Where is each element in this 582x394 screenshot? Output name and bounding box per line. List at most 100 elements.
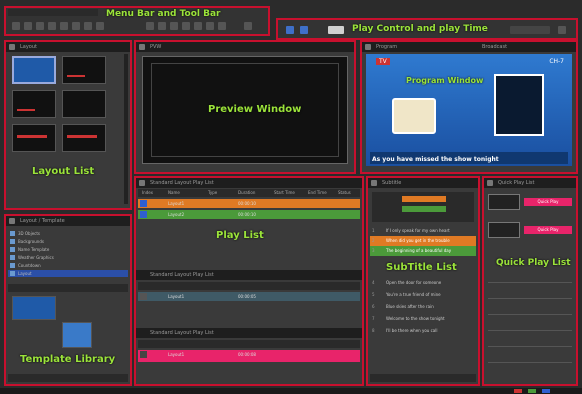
layout-thumbnail-2[interactable]: [62, 56, 106, 84]
playlist3-title: Standard Layout Play List: [150, 330, 214, 336]
quick-play-bar-1[interactable]: Quick Play: [524, 198, 572, 206]
template-library-callout: Template Library: [20, 354, 116, 365]
new-icon[interactable]: [12, 22, 20, 30]
library-item-label: Weather Graphics: [18, 255, 54, 260]
subtitle-row[interactable]: 5 You're a true friend of mine: [370, 290, 476, 300]
stop-icon[interactable]: [328, 26, 344, 34]
playlist-row-orange[interactable]: Layout1 00:00:10: [138, 199, 360, 208]
layout-thumbnail-5[interactable]: [12, 124, 56, 152]
library-item[interactable]: Name Template: [10, 246, 49, 253]
quick-slot-2[interactable]: [488, 222, 520, 238]
program-panel-title: Program: [376, 44, 398, 50]
library-toolbar: [8, 284, 128, 292]
folder-icon: [10, 263, 15, 268]
subtitle-panel-title: Subtitle: [382, 180, 402, 186]
quick-panel-title: Quick Play List: [498, 180, 535, 186]
undo-icon[interactable]: [84, 22, 92, 30]
layout-thumbnail-1[interactable]: [12, 56, 56, 84]
template-thumbnail-2[interactable]: [62, 322, 92, 348]
playlist-row-pink[interactable]: Layout1 00:00:08: [138, 350, 360, 362]
playlist-row-teal[interactable]: Layout1 00:00:05: [138, 292, 360, 301]
paste-icon[interactable]: [72, 22, 80, 30]
subtitle-row-green[interactable]: 3 The beginning of a beautiful day: [370, 246, 476, 256]
template-icon[interactable]: [170, 22, 178, 30]
subtitle-row-orange[interactable]: 2 When did you get in the trouble: [370, 236, 476, 246]
subtitle-panel-header: Subtitle: [368, 178, 478, 188]
library-panel-icon: [9, 218, 15, 224]
layout-thumbnail-6[interactable]: [62, 124, 106, 152]
status-indicator-blue: [542, 389, 550, 393]
subtitle-row[interactable]: 1 If I only speak for my own heart: [370, 226, 476, 236]
library-item-label: Backgrounds: [18, 239, 44, 244]
text-icon[interactable]: [182, 22, 190, 30]
subtitle-row[interactable]: 4 Open the door for someone: [370, 278, 476, 288]
row-time: 00:00:05: [238, 294, 256, 299]
library-item[interactable]: 3D Objects: [10, 230, 40, 237]
column-index: Index: [142, 190, 154, 195]
template-library-panel: Layout / Template 3D Objects Backgrounds…: [4, 214, 132, 386]
redo-icon[interactable]: [96, 22, 104, 30]
playlist2-column-header: [138, 282, 360, 290]
layout-thumbnail-3[interactable]: [12, 90, 56, 118]
library-panel-header: Layout / Template: [6, 216, 130, 226]
application-window: Menu Bar and Tool Bar Play Control and p…: [0, 0, 582, 394]
program-panel-header: Program Broadcast: [362, 42, 576, 52]
quick-slot-1[interactable]: [488, 194, 520, 210]
column-name: Name: [168, 190, 180, 195]
library-item-label: Layout: [18, 271, 32, 276]
image-icon[interactable]: [194, 22, 202, 30]
clock-icon[interactable]: [218, 22, 226, 30]
column-start: Start Time: [274, 190, 295, 195]
playlist-row-green[interactable]: Layout2 00:00:10: [138, 210, 360, 219]
library-item[interactable]: Countdown: [10, 262, 41, 269]
subtitle-list-panel: Subtitle 1 If I only speak for my own hea…: [366, 176, 480, 386]
library-item[interactable]: Backgrounds: [10, 238, 44, 245]
row-name: Layout1: [168, 352, 185, 357]
layout-scrollbar[interactable]: [124, 54, 128, 204]
clock-display-icon: [510, 26, 550, 34]
library-item[interactable]: Weather Graphics: [10, 254, 54, 261]
settings-icon[interactable]: [146, 22, 154, 30]
column-type: Type: [208, 190, 218, 195]
subtitle-panel-icon: [371, 180, 377, 186]
status-indicator-green: [528, 389, 536, 393]
library-item-label: 3D Objects: [18, 231, 41, 236]
playlist1-column-header: Index Name Type Duration Start Time End …: [138, 189, 360, 197]
folder-icon: [10, 271, 15, 276]
library-item-selected[interactable]: Layout: [8, 270, 128, 277]
subtitle-row-text: You're a true friend of mine: [386, 292, 441, 297]
play-control-callout: Play Control and play Time: [352, 24, 488, 34]
open-icon[interactable]: [24, 22, 32, 30]
playlist1-header: Standard Layout Play List: [136, 178, 362, 188]
video-icon[interactable]: [206, 22, 214, 30]
layout-thumbnail-4[interactable]: [62, 90, 106, 118]
help-icon[interactable]: [244, 22, 252, 30]
program-callout: Program Window: [406, 76, 484, 85]
template-thumbnail-1[interactable]: [12, 296, 56, 320]
person-graphic: [494, 74, 544, 136]
phone-graphic: [392, 98, 436, 134]
subtitle-preview-bar-2: [402, 206, 446, 212]
subtitle-row[interactable]: 6 Blue skies after the rain: [370, 302, 476, 312]
channel-logo: CH-7: [549, 58, 564, 65]
library-panel-title: Layout / Template: [20, 218, 65, 224]
play-icon[interactable]: [286, 26, 294, 34]
playlist3-header: Standard Layout Play List: [136, 328, 362, 338]
cut-icon[interactable]: [48, 22, 56, 30]
layout-icon[interactable]: [158, 22, 166, 30]
subtitle-row[interactable]: 7 Welcome to the show tonight: [370, 314, 476, 324]
subtitle-preview-bar-1: [402, 196, 446, 202]
preview-panel-icon: [139, 44, 145, 50]
divider: [488, 362, 572, 363]
layout-list-panel: Layout Layout List: [4, 40, 132, 210]
quick-play-bar-2[interactable]: Quick Play: [524, 226, 572, 234]
quick-panel-icon: [487, 180, 493, 186]
save-icon[interactable]: [36, 22, 44, 30]
preview-panel-header: PVW: [136, 42, 354, 52]
pause-icon[interactable]: [300, 26, 308, 34]
copy-icon[interactable]: [60, 22, 68, 30]
layout-panel-title: Layout: [20, 44, 37, 50]
play-list-callout: Play List: [216, 230, 264, 241]
subtitle-row[interactable]: 8 I'll be there when you call: [370, 326, 476, 336]
fullscreen-icon[interactable]: [558, 26, 566, 34]
